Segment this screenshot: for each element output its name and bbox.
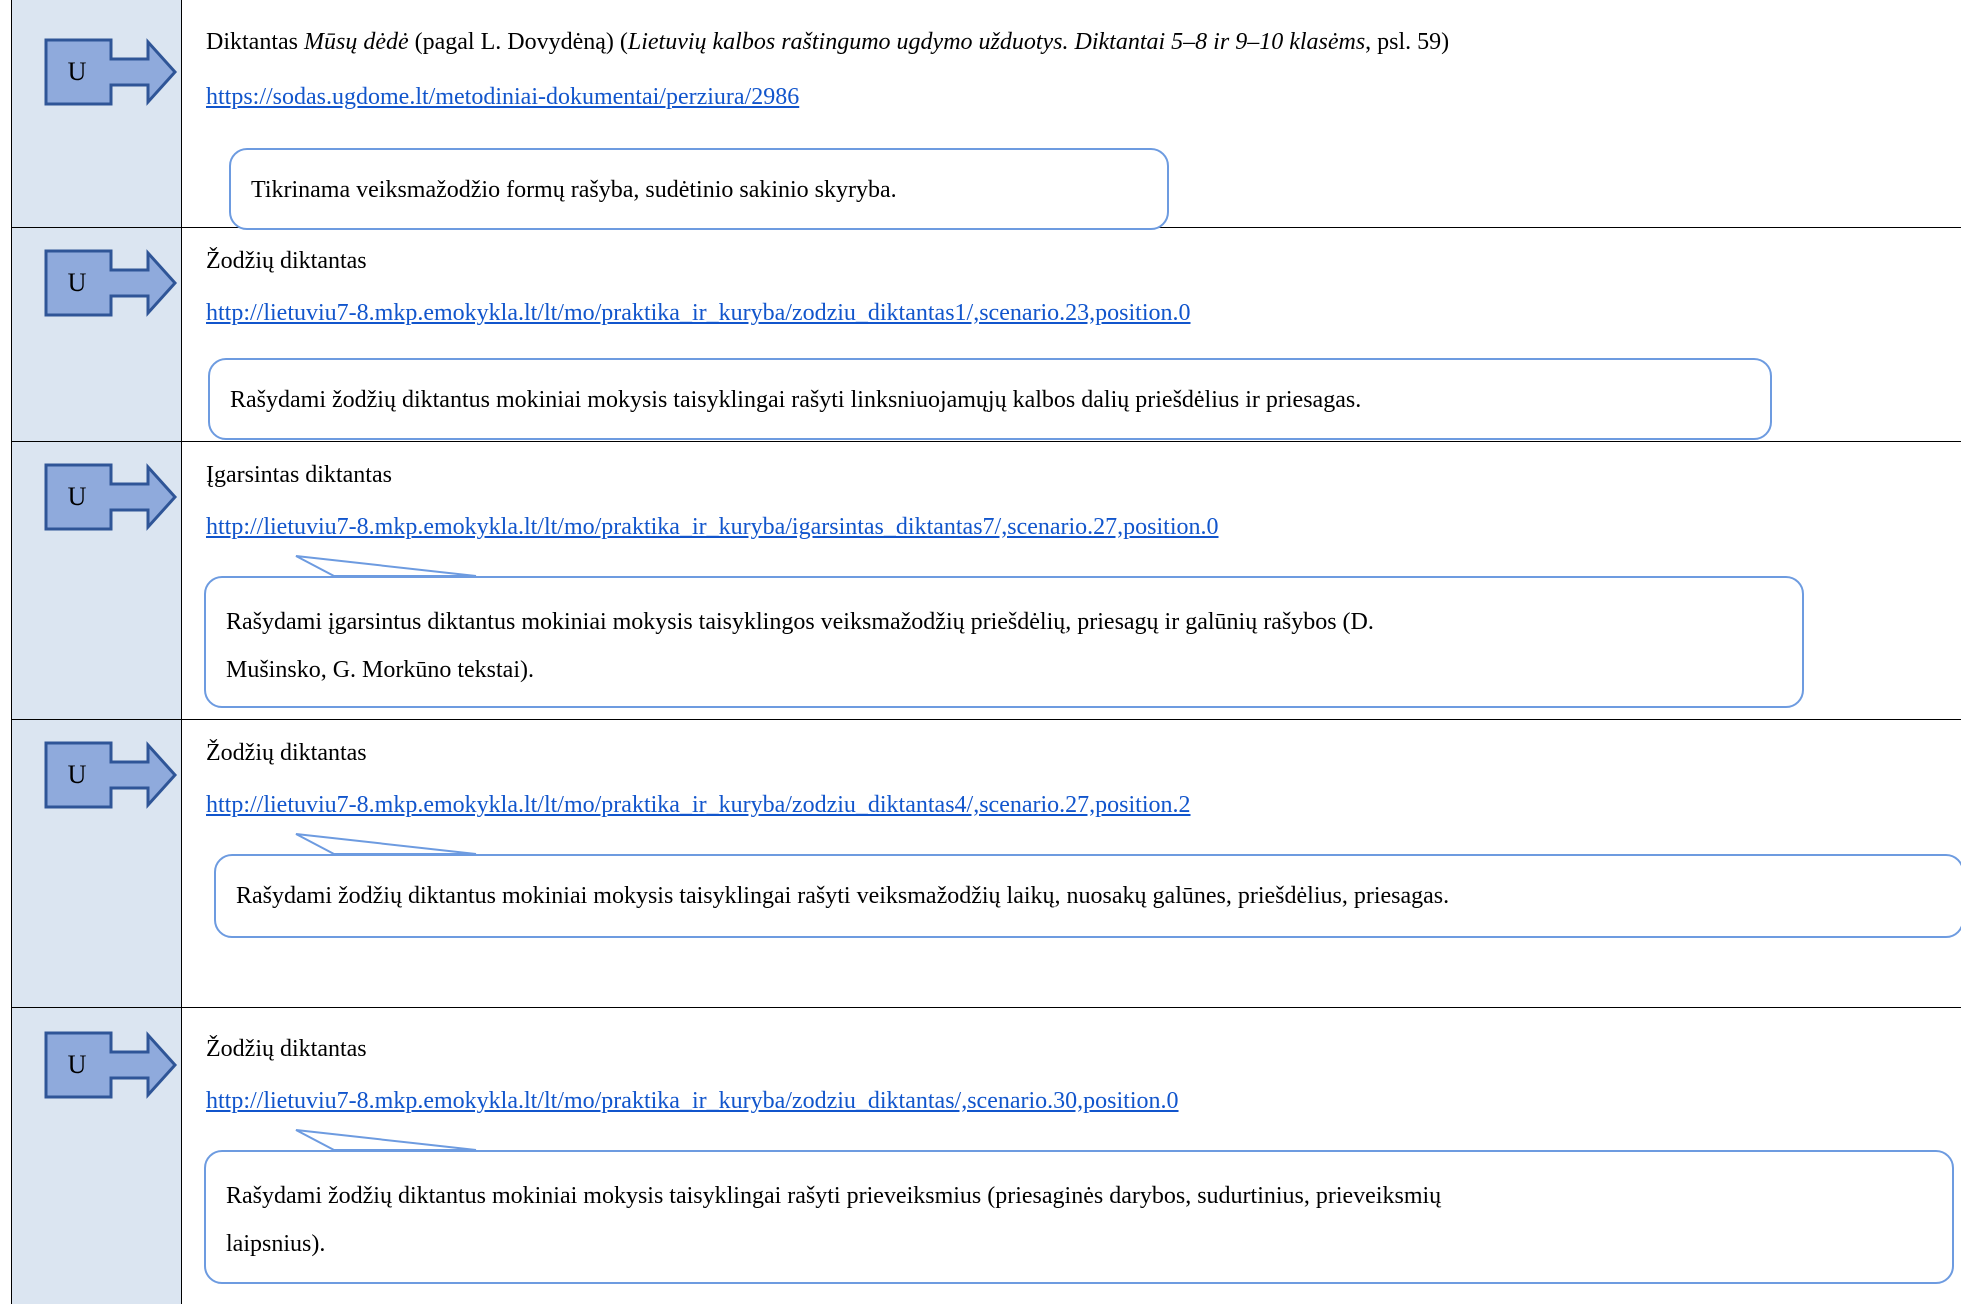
resource-link[interactable]: http://lietuviu7-8.mkp.emokykla.lt/lt/mo…: [206, 514, 1219, 541]
row-content: Įgarsintas diktantas http://lietuviu7-8.…: [194, 442, 1961, 719]
resource-title: Žodžių diktantas: [206, 1036, 367, 1062]
table-row: U Diktantas Mūsų dėdė (pagal L. Dovydėną…: [12, 0, 1961, 230]
badge-letter: U: [67, 482, 87, 511]
callout-pointer: [295, 833, 477, 855]
table-row: U Žodžių diktantas http://lietuviu7-8.mk…: [12, 228, 1961, 442]
table-row: U Žodžių diktantas http://lietuviu7-8.mk…: [12, 1008, 1961, 1304]
u-badge-arrow-icon: U: [43, 740, 178, 810]
row-sidebar: U: [12, 0, 182, 227]
u-badge-arrow-icon: U: [43, 248, 178, 318]
row-sidebar: U: [12, 442, 182, 719]
resource-table: U Diktantas Mūsų dėdė (pagal L. Dovydėną…: [11, 0, 1961, 1304]
callout-pointer: [295, 555, 477, 577]
badge-letter: U: [67, 268, 87, 297]
row-content: Žodžių diktantas http://lietuviu7-8.mkp.…: [194, 720, 1961, 1007]
u-badge-arrow-icon: U: [43, 1030, 178, 1100]
resource-title: Įgarsintas diktantas: [206, 462, 392, 488]
resource-link[interactable]: http://lietuviu7-8.mkp.emokykla.lt/lt/mo…: [206, 792, 1191, 819]
callout-note: Rašydami įgarsintus diktantus mokiniai m…: [204, 576, 1804, 708]
callout-note: Rašydami žodžių diktantus mokiniai mokys…: [208, 358, 1772, 440]
row-sidebar: U: [12, 228, 182, 441]
resource-title: Diktantas Mūsų dėdė (pagal L. Dovydėną) …: [206, 29, 1450, 55]
resource-link[interactable]: https://sodas.ugdome.lt/metodiniai-dokum…: [206, 84, 799, 111]
callout-pointer: [295, 1129, 477, 1151]
resource-link[interactable]: http://lietuviu7-8.mkp.emokykla.lt/lt/mo…: [206, 1088, 1179, 1115]
resource-title: Žodžių diktantas: [206, 740, 367, 766]
u-badge-arrow-icon: U: [43, 462, 178, 532]
u-badge-arrow-icon: U: [43, 37, 178, 107]
callout-note-line: Mušinsko, G. Morkūno tekstai).: [226, 657, 534, 683]
row-content: Diktantas Mūsų dėdė (pagal L. Dovydėną) …: [194, 0, 1961, 230]
resource-title: Žodžių diktantas: [206, 248, 367, 274]
table-row: U Įgarsintas diktantas http://lietuviu7-…: [12, 442, 1961, 720]
row-sidebar: U: [12, 720, 182, 1007]
callout-note: Rašydami žodžių diktantus mokiniai mokys…: [204, 1150, 1954, 1284]
callout-note: Rašydami žodžių diktantus mokiniai mokys…: [214, 854, 1961, 938]
row-content: Žodžių diktantas http://lietuviu7-8.mkp.…: [194, 228, 1961, 441]
callout-note-line: Rašydami įgarsintus diktantus mokiniai m…: [226, 609, 1374, 635]
resource-link[interactable]: http://lietuviu7-8.mkp.emokykla.lt/lt/mo…: [206, 300, 1191, 327]
badge-letter: U: [67, 57, 87, 86]
row-content: Žodžių diktantas http://lietuviu7-8.mkp.…: [194, 1008, 1961, 1304]
row-sidebar: U: [12, 1008, 182, 1304]
callout-note: Tikrinama veiksmažodžio formų rašyba, su…: [229, 148, 1169, 230]
badge-letter: U: [67, 1050, 87, 1079]
table-row: U Žodžių diktantas http://lietuviu7-8.mk…: [12, 720, 1961, 1008]
badge-letter: U: [67, 760, 87, 789]
callout-note-line: Rašydami žodžių diktantus mokiniai mokys…: [226, 1183, 1442, 1209]
callout-note-line: laipsnius).: [226, 1231, 326, 1257]
